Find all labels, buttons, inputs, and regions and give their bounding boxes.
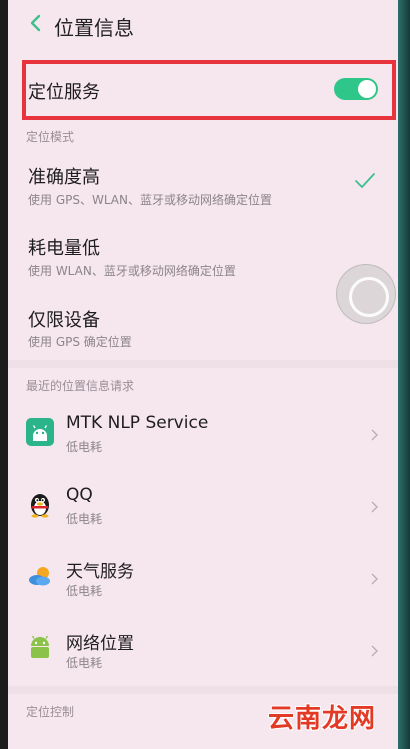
header: 位置信息 <box>8 0 398 50</box>
android-icon <box>31 635 49 658</box>
app-name: QQ <box>66 485 93 505</box>
app-name: 天气服务 <box>66 562 134 582</box>
mode-option-title: 仅限设备 <box>28 310 100 331</box>
watermark: 云南龙网 <box>268 704 377 734</box>
app-usage: 低电耗 <box>66 656 103 670</box>
check-icon <box>355 173 375 188</box>
android-icon <box>26 418 54 446</box>
section-label-location-mode: 定位模式 <box>26 130 75 144</box>
weather-icon <box>29 567 50 586</box>
chevron-right-icon <box>371 429 378 441</box>
chevron-right-icon <box>371 501 378 513</box>
phone-frame: 位置信息 定位服务 定位模式 准确度高 使用 GPS、WLAN、蓝牙或移动网络确… <box>0 0 410 749</box>
app-usage: 低电耗 <box>66 584 103 598</box>
page-title: 位置信息 <box>54 16 134 40</box>
app-name: 网络位置 <box>66 634 134 654</box>
mode-option-title: 准确度高 <box>28 167 100 188</box>
section-label-location-control: 定位控制 <box>26 705 75 719</box>
back-arrow-icon[interactable] <box>26 13 46 33</box>
section-divider <box>8 360 398 368</box>
app-usage: 低电耗 <box>66 512 103 526</box>
mode-option-title: 耗电量低 <box>28 238 100 259</box>
mode-option-desc: 使用 GPS 确定位置 <box>28 335 132 349</box>
chevron-right-icon <box>371 645 378 657</box>
phone-edge <box>398 0 410 749</box>
screen: 位置信息 定位服务 定位模式 准确度高 使用 GPS、WLAN、蓝牙或移动网络确… <box>8 0 398 749</box>
chevron-right-icon <box>371 573 378 585</box>
section-label-recent-requests: 最近的位置信息请求 <box>26 379 135 393</box>
mode-option-desc: 使用 WLAN、蓝牙或移动网络确定位置 <box>28 264 236 278</box>
highlight-box <box>22 60 396 120</box>
floating-assistive-button[interactable] <box>336 264 396 324</box>
qq-penguin-icon <box>31 494 49 518</box>
section-divider <box>8 686 398 694</box>
app-usage: 低电耗 <box>66 440 103 454</box>
mode-option-desc: 使用 GPS、WLAN、蓝牙或移动网络确定位置 <box>28 193 272 207</box>
app-name: MTK NLP Service <box>66 413 209 433</box>
